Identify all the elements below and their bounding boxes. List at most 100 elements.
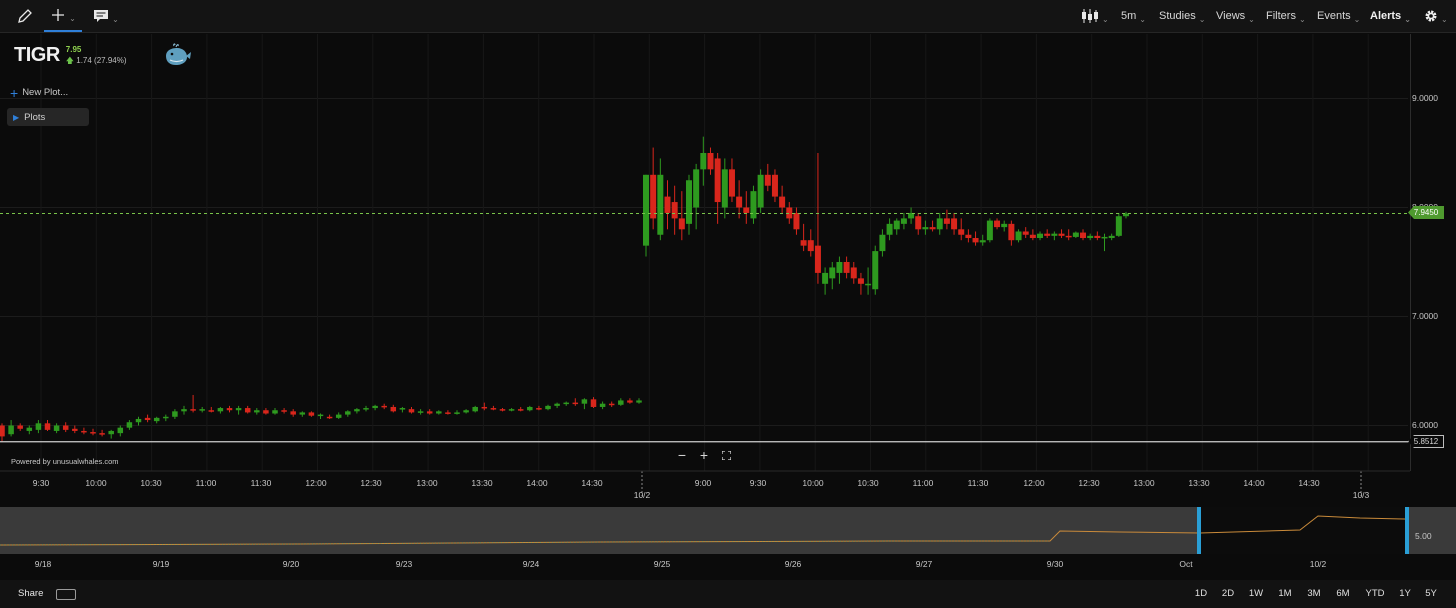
candle-body <box>829 267 836 279</box>
filters-menu[interactable]: Filters ⌄ <box>1266 0 1306 32</box>
price-tick: 6.0000 <box>1412 420 1438 430</box>
candle-body <box>1101 236 1108 239</box>
candle-body <box>664 196 671 213</box>
range-button-ytd[interactable]: YTD <box>1366 588 1385 599</box>
chevron-down-icon: ⌄ <box>1298 14 1306 24</box>
candle-body <box>636 400 642 403</box>
new-plot-label: New Plot... <box>22 87 69 98</box>
time-tick: 13:30 <box>1188 478 1210 488</box>
last-price-tag: 7.9450 <box>1408 206 1444 219</box>
range-button-6m[interactable]: 6M <box>1336 588 1349 599</box>
candle-body <box>381 405 387 408</box>
candle-body <box>678 218 685 230</box>
keyboard-icon[interactable] <box>56 589 76 600</box>
candle-body <box>372 405 378 409</box>
navigator-price-label: 5.00 <box>1415 531 1432 541</box>
navigator-date: 9/27 <box>915 559 933 569</box>
fullscreen-button[interactable] <box>720 447 732 463</box>
range-button-2d[interactable]: 2D <box>1222 588 1234 599</box>
candle-body <box>872 251 879 290</box>
date-tick: 10/3 <box>1352 490 1370 500</box>
candle-body <box>986 220 993 241</box>
candle-body <box>417 411 424 413</box>
range-button-3m[interactable]: 3M <box>1307 588 1320 599</box>
time-tick: 14:00 <box>1243 478 1265 488</box>
ticker-header: TIGR 7.95 🡅 1.74 (27.94%) <box>14 44 127 67</box>
new-plot-button[interactable]: + New Plot... <box>10 86 69 100</box>
candle-body <box>144 417 151 421</box>
candle-body <box>1037 233 1044 239</box>
share-button[interactable]: Share <box>18 588 43 599</box>
interval-menu[interactable]: 5m ⌄ <box>1121 0 1146 32</box>
candle-body <box>545 405 551 410</box>
views-label: Views <box>1216 10 1246 22</box>
candle-body <box>779 196 786 208</box>
zoom-out-button[interactable]: − <box>676 447 688 463</box>
time-tick: 14:30 <box>1298 478 1320 488</box>
price-tick: 9.0000 <box>1412 93 1438 103</box>
candle-body <box>99 433 105 435</box>
candle-body <box>208 410 215 412</box>
candlestick-chart[interactable] <box>0 34 1456 504</box>
alerts-menu[interactable]: Alerts ⌄ <box>1370 0 1411 32</box>
candle-body <box>879 234 886 252</box>
candle-body <box>226 408 233 411</box>
candle-body <box>335 414 342 418</box>
candle-body <box>426 411 433 414</box>
range-button-1w[interactable]: 1W <box>1249 588 1263 599</box>
settings-button[interactable]: ⌄ <box>1424 0 1448 32</box>
studies-menu[interactable]: Studies ⌄ <box>1159 0 1205 32</box>
candle-body <box>581 399 588 404</box>
candle-body <box>857 278 864 284</box>
candle-body <box>153 417 160 422</box>
ticker-symbol: TIGR <box>14 44 60 66</box>
candle-body <box>345 411 351 415</box>
candle-body <box>527 406 533 411</box>
zoom-in-button[interactable]: + <box>698 447 710 463</box>
navigator-date: 10/2 <box>1309 559 1327 569</box>
time-tick: 12:30 <box>1078 478 1100 488</box>
navigator-chart[interactable] <box>0 507 1456 554</box>
time-tick: 12:30 <box>360 478 382 488</box>
candle-body <box>886 223 893 235</box>
range-navigator[interactable] <box>0 507 1456 554</box>
time-tick: 12:00 <box>305 478 327 488</box>
views-menu[interactable]: Views ⌄ <box>1216 0 1255 32</box>
candle-body <box>714 158 721 203</box>
candle-body <box>281 410 287 412</box>
time-tick: 13:00 <box>1133 478 1155 488</box>
chevron-down-icon: ⌄ <box>1198 14 1206 24</box>
candle-body <box>1015 231 1022 241</box>
candle-body <box>454 412 460 414</box>
time-tick: 11:30 <box>967 478 989 488</box>
navigator-date: Oct <box>1179 559 1193 569</box>
candle-body <box>126 422 133 428</box>
candle-body <box>836 262 843 273</box>
candle-body <box>35 423 42 430</box>
horizontal-line-tag[interactable]: 5.8512 <box>1408 435 1444 448</box>
range-button-1y[interactable]: 1Y <box>1399 588 1411 599</box>
pencil-tool-button[interactable] <box>10 0 40 32</box>
candle-body <box>972 238 979 243</box>
candle-body <box>563 402 569 405</box>
candle-body <box>771 174 778 197</box>
price-tick: 7.0000 <box>1412 311 1438 321</box>
candle-body <box>750 191 757 219</box>
events-menu[interactable]: Events ⌄ <box>1317 0 1360 32</box>
range-button-5y[interactable]: 5Y <box>1425 588 1437 599</box>
comment-tool-button[interactable]: ⌄ <box>88 0 124 32</box>
candle-body <box>1022 231 1029 235</box>
chevron-down-icon: ⌄ <box>1353 14 1361 24</box>
candle-body <box>181 409 187 412</box>
range-button-1d[interactable]: 1D <box>1195 588 1207 599</box>
candle-body <box>843 262 850 273</box>
navigator-date: 9/19 <box>152 559 170 569</box>
crosshair-tool-button[interactable]: ⌄ <box>44 0 82 32</box>
candle-body <box>900 218 907 224</box>
candle-body <box>1072 232 1079 237</box>
range-button-1m[interactable]: 1M <box>1278 588 1291 599</box>
main-chart[interactable] <box>0 34 1456 504</box>
time-tick: 9:30 <box>32 478 50 488</box>
chart-type-button[interactable]: ⌄ <box>1081 0 1109 32</box>
plots-button[interactable]: ▶ Plots <box>7 108 89 126</box>
